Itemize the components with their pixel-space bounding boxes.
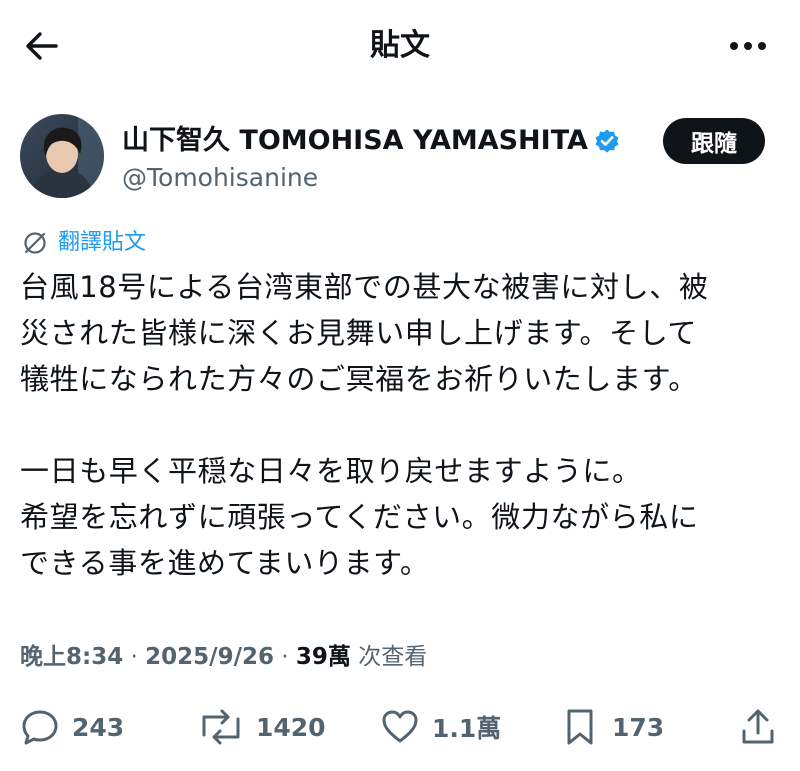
like-count: 1.1萬 <box>432 714 502 743</box>
top-bar: 貼文 <box>0 0 800 90</box>
share-icon <box>742 709 774 744</box>
share-button[interactable] <box>738 700 778 754</box>
repost-count: 1420 <box>256 712 326 742</box>
translate-label: 翻譯貼文 <box>58 230 147 255</box>
post-date[interactable]: 2025/9/26 <box>145 644 274 670</box>
repost-button[interactable]: 1420 <box>198 700 326 754</box>
meta-separator: · <box>123 644 146 670</box>
bookmark-icon <box>567 709 593 745</box>
views-label: 次查看 <box>350 644 428 670</box>
repost-icon <box>202 709 240 745</box>
post-paragraph: 一日も早く平穏な日々を取り戻せますように。 希望を忘れずに頑張ってください。微力… <box>20 454 699 580</box>
bookmark-button[interactable]: 173 <box>560 700 664 754</box>
author-display-name[interactable]: 山下智久 TOMOHISA YAMASHITA <box>122 122 620 160</box>
views-count: 39萬 <box>295 644 351 670</box>
author-name-text: 山下智久 TOMOHISA YAMASHITA <box>122 125 588 156</box>
meta-separator: · <box>273 644 296 670</box>
page-title: 貼文 <box>370 28 430 63</box>
avatar[interactable] <box>20 114 104 198</box>
reply-icon <box>22 710 58 745</box>
like-button[interactable]: 1.1萬 <box>380 700 501 754</box>
translate-post-link[interactable]: 翻譯貼文 <box>22 228 146 258</box>
post-time[interactable]: 晚上8:34 <box>20 644 123 670</box>
verified-badge-icon <box>595 129 619 153</box>
reply-count: 243 <box>72 712 125 742</box>
action-bar: 243 1420 1.1萬 173 <box>0 700 800 754</box>
bookmark-count: 173 <box>612 712 665 742</box>
follow-button[interactable]: 跟隨 <box>663 118 765 164</box>
globe-icon <box>24 232 46 254</box>
heart-icon <box>382 710 418 743</box>
reply-button[interactable]: 243 <box>20 700 124 754</box>
post-text: 台風18号による台湾東部での甚大な被害に対し、被 災された皆様に深くお見舞い申し… <box>20 264 790 586</box>
more-horizontal-icon <box>730 42 766 50</box>
author-handle[interactable]: @Tomohisanine <box>122 160 318 196</box>
post-meta: 晚上8:34 · 2025/9/26 · 39萬 次查看 <box>20 640 427 674</box>
more-options-button[interactable] <box>724 24 772 68</box>
post-paragraph: 台風18号による台湾東部での甚大な被害に対し、被 災された皆様に深くお見舞い申し… <box>20 270 709 396</box>
